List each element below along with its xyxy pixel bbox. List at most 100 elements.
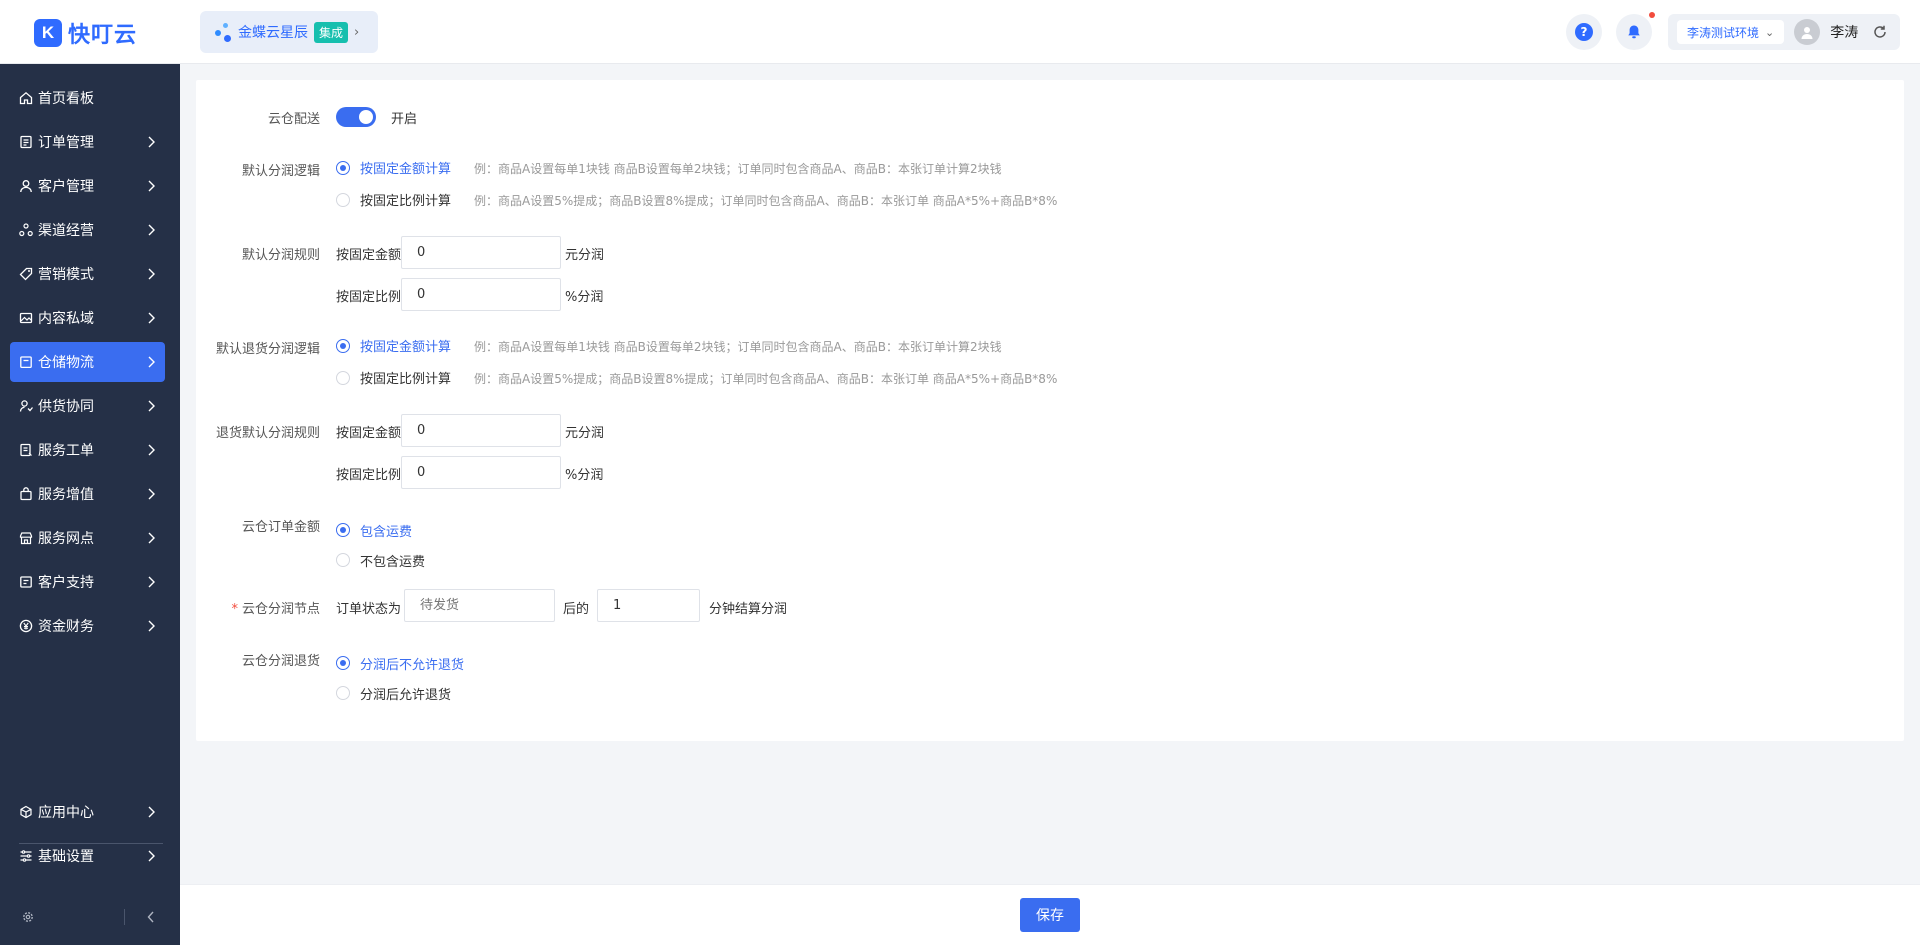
split-node-prefix: 订单状态为 (336, 602, 402, 617)
channel-icon (18, 222, 34, 238)
help-button[interactable]: ? (1566, 14, 1602, 50)
chevron-right-icon (148, 224, 155, 236)
sidebar-item-service-tickets[interactable]: 服务工单 (10, 430, 165, 470)
return-split-fixed-ratio-option[interactable]: 按固定比例计算 (360, 368, 451, 387)
bell-icon (1628, 25, 1640, 39)
no-return-after-split-radio[interactable] (336, 656, 350, 670)
exclude-shipping-option[interactable]: 不包含运费 (360, 551, 425, 570)
sidebar-item-label: 服务网点 (38, 531, 94, 547)
return-split-fixed-amount-radio[interactable] (336, 339, 350, 353)
save-button[interactable]: 保存 (1020, 898, 1080, 932)
sidebar-item-customer-support[interactable]: 客户支持 (10, 562, 165, 602)
cube-icon (18, 804, 34, 820)
split-node-label-text: 云仓分润节点 (241, 602, 320, 617)
chevron-right-icon (148, 444, 155, 456)
split-return-label: 云仓分润退货 (241, 654, 320, 669)
sidebar-item-label: 客户管理 (38, 179, 94, 195)
sidebar-item-warehouse[interactable]: 仓储物流 (10, 342, 165, 382)
sidebar-item-label: 应用中心 (38, 805, 94, 821)
chevron-right-icon (148, 400, 155, 412)
environment-select[interactable]: 李涛测试环境 ⌄ (1677, 20, 1785, 44)
sidebar-item-supply[interactable]: 供货协同 (10, 386, 165, 426)
tag-icon (18, 266, 34, 282)
sidebar-item-channels[interactable]: 渠道经营 (10, 210, 165, 250)
return-split-logic-label: 默认退货分润逻辑 (215, 342, 320, 357)
sidebar-item-orders[interactable]: 订单管理 (10, 122, 165, 162)
top-bar: K 快叮云 金蝶云星辰 集成 › ? 李涛测试环境 ⌄ 李涛 (0, 0, 1920, 64)
chevron-right-icon (148, 356, 155, 368)
cloud-order-amount-label: 云仓订单金额 (241, 520, 320, 535)
chevron-right-icon (148, 312, 155, 324)
sidebar-item-label: 服务工单 (38, 443, 94, 459)
sidebar-footer-separator (124, 909, 125, 925)
sidebar-item-content[interactable]: 内容私域 (10, 298, 165, 338)
sidebar-item-label: 订单管理 (38, 135, 94, 151)
sidebar-item-label: 仓储物流 (38, 355, 94, 371)
support-icon (18, 574, 34, 590)
toggle-knob (359, 110, 373, 124)
notification-dot (1649, 12, 1655, 18)
store-icon (18, 530, 34, 546)
user-name: 李涛 (1830, 25, 1859, 41)
default-split-fixed-amount-option[interactable]: 按固定金额计算 (360, 158, 451, 177)
return-fixed-amount-input[interactable] (401, 414, 561, 447)
sidebar-item-value-added[interactable]: 服务增值 (10, 474, 165, 514)
include-shipping-radio[interactable] (336, 523, 350, 537)
sidebar-item-finance[interactable]: 资金财务 (10, 606, 165, 646)
chevron-down-icon: ⌄ (1765, 25, 1775, 39)
refresh-icon[interactable] (1872, 24, 1888, 40)
yen-icon (18, 618, 34, 634)
no-return-after-split-option[interactable]: 分润后不允许退货 (360, 654, 464, 673)
return-split-fixed-amount-option[interactable]: 按固定金额计算 (360, 336, 451, 355)
exclude-shipping-radio[interactable] (336, 553, 350, 567)
return-split-fixed-amount-hint: 例：商品A设置每单1块钱 商品B设置每单2块钱；订单同时包含商品A、商品B：本张… (474, 340, 1002, 354)
split-minutes-input[interactable] (597, 589, 700, 622)
sidebar-item-label: 基础设置 (38, 849, 94, 865)
image-icon (18, 310, 34, 326)
sidebar-item-label: 渠道经营 (38, 223, 94, 239)
sidebar-footer (0, 890, 180, 945)
sidebar-item-basic-settings[interactable]: 基础设置 (10, 836, 165, 876)
collapse-sidebar-icon[interactable] (146, 910, 156, 924)
default-split-fixed-ratio-radio[interactable] (336, 193, 350, 207)
app-logo[interactable]: K 快叮云 (34, 17, 137, 49)
sidebar-item-label: 首页看板 (38, 91, 94, 107)
chevron-right-icon (148, 576, 155, 588)
allow-return-after-split-option[interactable]: 分润后允许退货 (360, 684, 451, 703)
user-icon (18, 178, 34, 194)
sidebar-item-app-center[interactable]: 应用中心 (10, 792, 165, 832)
avatar[interactable] (1794, 19, 1821, 45)
default-split-fixed-ratio-option[interactable]: 按固定比例计算 (360, 190, 451, 209)
supply-icon (18, 398, 34, 414)
product-switcher[interactable]: 金蝶云星辰 集成 › (200, 11, 378, 53)
ticket-icon (18, 442, 34, 458)
logo-mark-icon: K (34, 19, 62, 47)
default-split-fixed-ratio-hint: 例：商品A设置5%提成；商品B设置8%提成；订单同时包含商品A、商品B：本张订单… (474, 194, 1058, 208)
chevron-right-icon (148, 850, 155, 862)
sidebar-item-dashboard[interactable]: 首页看板 (10, 78, 165, 118)
settings-gear-icon[interactable] (21, 910, 35, 924)
notification-button[interactable] (1616, 14, 1652, 50)
return-fixed-ratio-unit: %分润 (565, 468, 604, 483)
default-fixed-ratio-input[interactable] (401, 278, 561, 311)
split-node-middle: 后的 (563, 602, 590, 617)
sidebar-item-customers[interactable]: 客户管理 (10, 166, 165, 206)
cloud-delivery-label: 云仓配送 (267, 112, 320, 127)
cloud-delivery-status: 开启 (391, 112, 418, 127)
return-split-fixed-ratio-radio[interactable] (336, 371, 350, 385)
sidebar-item-label: 供货协同 (38, 399, 94, 415)
bag-icon (18, 486, 34, 502)
default-fixed-amount-input[interactable] (401, 236, 561, 269)
cloud-delivery-toggle[interactable] (336, 107, 376, 127)
allow-return-after-split-radio[interactable] (336, 686, 350, 700)
sidebar-item-marketing[interactable]: 营销模式 (10, 254, 165, 294)
chevron-right-icon (148, 620, 155, 632)
sidebar-item-service-outlets[interactable]: 服务网点 (10, 518, 165, 558)
default-split-fixed-amount-radio[interactable] (336, 161, 350, 175)
return-fixed-ratio-input[interactable] (401, 456, 561, 489)
order-status-select[interactable] (404, 589, 555, 622)
environment-label: 李涛测试环境 (1687, 25, 1760, 40)
include-shipping-option[interactable]: 包含运费 (360, 521, 412, 540)
product-dots-icon (214, 21, 234, 43)
integration-badge: 集成 (314, 21, 349, 43)
